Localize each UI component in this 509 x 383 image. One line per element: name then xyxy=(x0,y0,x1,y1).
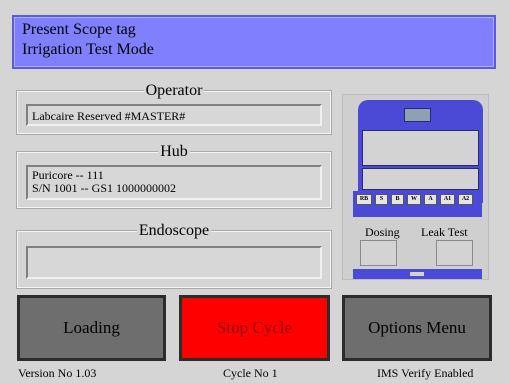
loading-button[interactable]: Loading xyxy=(17,295,166,361)
machine-base xyxy=(353,269,482,279)
hub-title: Hub xyxy=(158,143,190,160)
banner-line-2: Irrigation Test Mode xyxy=(22,41,154,58)
dosing-label: Dosing xyxy=(365,225,400,239)
hub-field[interactable]: Puricore -- 111 S/N 1001 -- GS1 10000000… xyxy=(26,165,322,200)
endoscope-title: Endoscope xyxy=(136,222,212,239)
banner-line-1: Present Scope tag xyxy=(22,21,136,38)
machine-button-strip: RB S B W A A1 A2 xyxy=(353,191,482,217)
version-label: Version No 1.03 xyxy=(18,366,97,380)
cycle-label: Cycle No 1 xyxy=(223,366,278,380)
ims-status-label: IMS Verify Enabled xyxy=(377,366,474,380)
s-button[interactable]: S xyxy=(375,194,388,205)
operator-field[interactable]: Labcaire Reserved #MASTER# xyxy=(26,104,322,126)
leak-test-indicator xyxy=(436,240,473,266)
dosing-indicator xyxy=(360,240,397,266)
status-banner: Present Scope tag Irrigation Test Mode xyxy=(12,15,496,69)
hub-line-2: S/N 1001 -- GS1 1000000002 xyxy=(32,181,177,195)
machine-upper-door xyxy=(362,130,479,166)
machine-panel: RB S B W A A1 A2 Dosing Leak Test xyxy=(342,94,489,280)
machine-lower-door xyxy=(362,168,479,190)
machine-base-slot xyxy=(410,272,424,276)
rb-button[interactable]: RB xyxy=(356,194,372,205)
w-button[interactable]: W xyxy=(407,194,421,205)
operator-group: Operator Labcaire Reserved #MASTER# xyxy=(16,82,332,135)
a1-button[interactable]: A1 xyxy=(440,194,455,205)
options-menu-button[interactable]: Options Menu xyxy=(342,295,492,361)
machine-cabinet xyxy=(358,100,483,203)
endoscope-group: Endoscope xyxy=(16,222,332,289)
b-button[interactable]: B xyxy=(391,194,404,205)
leak-test-label: Leak Test xyxy=(421,225,468,239)
stop-cycle-button[interactable]: Stop Cycle xyxy=(179,295,330,361)
a2-button[interactable]: A2 xyxy=(458,194,473,205)
a-button[interactable]: A xyxy=(424,194,437,205)
machine-display-icon xyxy=(404,108,431,122)
hub-group: Hub Puricore -- 111 S/N 1001 -- GS1 1000… xyxy=(16,143,332,209)
operator-title: Operator xyxy=(143,82,205,99)
endoscope-field[interactable] xyxy=(26,246,322,279)
